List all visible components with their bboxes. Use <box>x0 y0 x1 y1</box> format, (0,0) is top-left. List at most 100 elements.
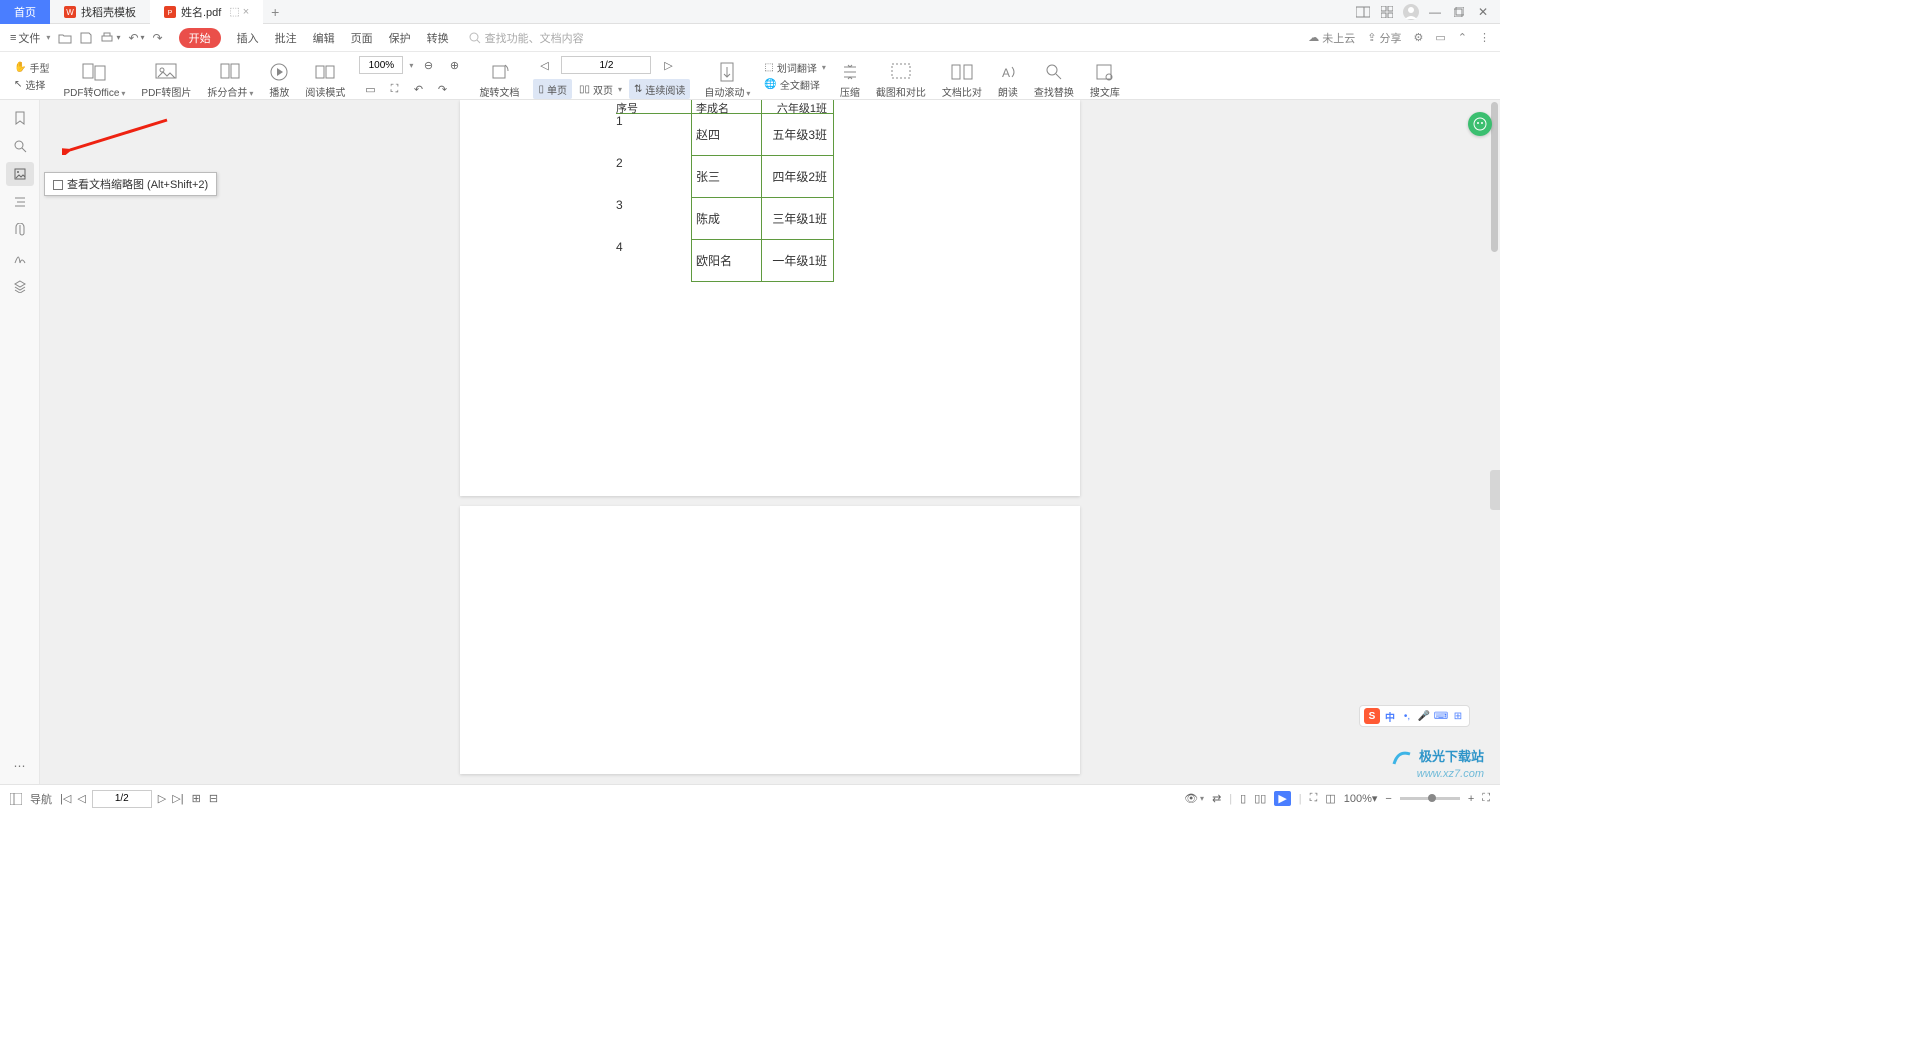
document-canvas[interactable]: 序号 李成名 六年级1班 1赵四五年级3班 2张三四年级2班 3陈成三年级1班 … <box>40 100 1500 784</box>
redo-icon[interactable]: ↷ <box>153 31 163 45</box>
tab-templates[interactable]: W 找稻壳模板 <box>50 0 150 24</box>
view-play-icon[interactable]: ▶ <box>1274 791 1290 806</box>
file-menu[interactable]: 文件▾ <box>18 30 50 46</box>
prev-page-icon[interactable]: ◁ <box>77 792 85 805</box>
fit-width-icon[interactable]: ▭ <box>359 79 381 99</box>
menu-annotate[interactable]: 批注 <box>275 30 297 46</box>
more-panels-icon[interactable]: ⋯ <box>6 754 34 778</box>
pdf-to-office[interactable]: PDF转Office▾ <box>57 53 131 99</box>
compress[interactable]: 压缩 <box>834 53 866 99</box>
rotate-doc[interactable]: 旋转文档 <box>473 53 525 99</box>
doc-compare[interactable]: 文档比对 <box>936 53 988 99</box>
reading-mode[interactable]: 阅读模式 <box>299 53 351 99</box>
tab-document[interactable]: P 姓名.pdf ⬚ × <box>150 0 263 24</box>
settings-icon[interactable]: ⚙ <box>1414 31 1424 44</box>
assistant-fab[interactable] <box>1468 112 1492 136</box>
rotate-right-icon[interactable]: ↷ <box>431 79 453 99</box>
zoom-in-status-icon[interactable]: + <box>1468 793 1474 805</box>
attachment-icon[interactable] <box>6 218 34 242</box>
nav-pane-icon[interactable] <box>10 793 22 805</box>
cloud-status[interactable]: ☁ 未上云 <box>1308 30 1355 46</box>
prev-page-icon[interactable]: ◁ <box>533 55 555 75</box>
maximize-icon[interactable] <box>1450 3 1468 21</box>
single-page[interactable]: ▯ 单页 <box>533 79 572 99</box>
view-single-icon[interactable]: ▯ <box>1240 792 1246 805</box>
dict-translate[interactable]: ⬚ 划词翻译▾ <box>764 60 825 75</box>
nav-label[interactable]: 导航 <box>30 791 52 807</box>
reflow-icon[interactable]: ⇄ <box>1212 792 1221 805</box>
ime-grid-icon[interactable]: ⊞ <box>1451 709 1465 723</box>
crop-view-icon[interactable]: ◫ <box>1325 792 1335 805</box>
double-page[interactable]: ▯▯ 双页▾ <box>574 79 627 99</box>
grid-icon[interactable] <box>1378 3 1396 21</box>
menu-protect[interactable]: 保护 <box>389 30 411 46</box>
status-page-input[interactable] <box>92 790 152 808</box>
feedback-icon[interactable]: ▭ <box>1435 31 1445 44</box>
continuous-read[interactable]: ⇅ 连续阅读 <box>629 79 690 99</box>
more-icon[interactable]: ⋮ <box>1479 31 1490 44</box>
outline-icon[interactable] <box>6 190 34 214</box>
search-panel-icon[interactable] <box>6 134 34 158</box>
fit-plus-icon[interactable]: ⊞ <box>192 792 201 805</box>
view-double-icon[interactable]: ▯▯ <box>1254 792 1266 805</box>
tab-pin-icon[interactable]: ⬚ × <box>229 5 249 18</box>
first-page-icon[interactable]: |◁ <box>60 792 71 805</box>
hand-tool[interactable]: ✋ 手型 <box>14 60 49 75</box>
menu-convert[interactable]: 转换 <box>427 30 449 46</box>
collapse-ribbon-icon[interactable]: ⌃ <box>1458 31 1467 44</box>
zoom-input[interactable] <box>359 56 403 74</box>
zoom-in-icon[interactable]: ⊕ <box>443 55 465 75</box>
zoom-out-status-icon[interactable]: − <box>1385 793 1391 805</box>
pdf-to-image[interactable]: PDF转图片 <box>135 53 197 99</box>
ime-keyboard-icon[interactable]: ⌨ <box>1434 709 1448 723</box>
new-tab-button[interactable]: + <box>263 4 287 20</box>
zoom-out-icon[interactable]: ⊖ <box>417 55 439 75</box>
avatar-icon[interactable] <box>1402 3 1420 21</box>
layout-icon[interactable] <box>1354 3 1372 21</box>
next-page-icon[interactable]: ▷ <box>158 792 166 805</box>
menu-page[interactable]: 页面 <box>351 30 373 46</box>
bookmark-icon[interactable] <box>6 106 34 130</box>
thumbnail-panel-icon[interactable] <box>6 162 34 186</box>
select-tool[interactable]: ↖ 选择 <box>14 77 49 92</box>
text-to-speech[interactable]: A朗读 <box>992 53 1024 99</box>
status-zoom[interactable]: 100% ▾ <box>1344 792 1378 805</box>
rotate-left-icon[interactable]: ↶ <box>407 79 429 99</box>
side-panel-handle[interactable] <box>1490 470 1500 510</box>
print-icon[interactable]: ▾ <box>100 32 120 44</box>
zoom-slider[interactable] <box>1400 797 1460 800</box>
menu-edit[interactable]: 编辑 <box>313 30 335 46</box>
eye-icon[interactable]: 👁▾ <box>1184 792 1204 805</box>
screenshot-compare[interactable]: 截图和对比 <box>870 53 932 99</box>
fullscreen-icon[interactable]: ⛶ <box>1482 792 1490 805</box>
find-replace[interactable]: 查找替换 <box>1028 53 1080 99</box>
page-input[interactable] <box>561 56 651 74</box>
close-icon[interactable]: ✕ <box>1474 3 1492 21</box>
sogou-icon[interactable]: S <box>1364 708 1380 724</box>
fit-page-icon[interactable]: ⛶ <box>1310 792 1318 805</box>
ime-lang[interactable]: 中 <box>1383 709 1397 723</box>
scrollbar[interactable] <box>1490 100 1498 784</box>
fit-minus-icon[interactable]: ⊟ <box>209 792 218 805</box>
search-box[interactable]: 查找功能、文档内容 <box>469 30 584 46</box>
share-button[interactable]: ⇪ 分享 <box>1367 30 1401 46</box>
layers-icon[interactable] <box>6 274 34 298</box>
search-library[interactable]: 搜文库 <box>1084 53 1126 99</box>
next-page-icon[interactable]: ▷ <box>657 55 679 75</box>
signature-icon[interactable] <box>6 246 34 270</box>
split-merge[interactable]: 拆分合并▾ <box>201 53 259 99</box>
undo-icon[interactable]: ↶▾ <box>128 31 144 45</box>
last-page-icon[interactable]: ▷| <box>172 792 183 805</box>
open-icon[interactable] <box>58 32 72 44</box>
full-translate[interactable]: 🌐 全文翻译 <box>764 77 825 92</box>
menu-insert[interactable]: 插入 <box>237 30 259 46</box>
auto-scroll[interactable]: 自动滚动▾ <box>698 53 756 99</box>
tab-home[interactable]: 首页 <box>0 0 50 24</box>
minimize-icon[interactable]: — <box>1426 3 1444 21</box>
menu-start[interactable]: 开始 <box>179 28 221 48</box>
play-button[interactable]: 播放 <box>263 53 295 99</box>
ime-punct-icon[interactable]: •, <box>1400 709 1414 723</box>
save-icon[interactable] <box>80 32 92 44</box>
crop-icon[interactable]: ⛶ <box>383 79 405 99</box>
hamburger-icon[interactable]: ≡ <box>10 32 16 44</box>
